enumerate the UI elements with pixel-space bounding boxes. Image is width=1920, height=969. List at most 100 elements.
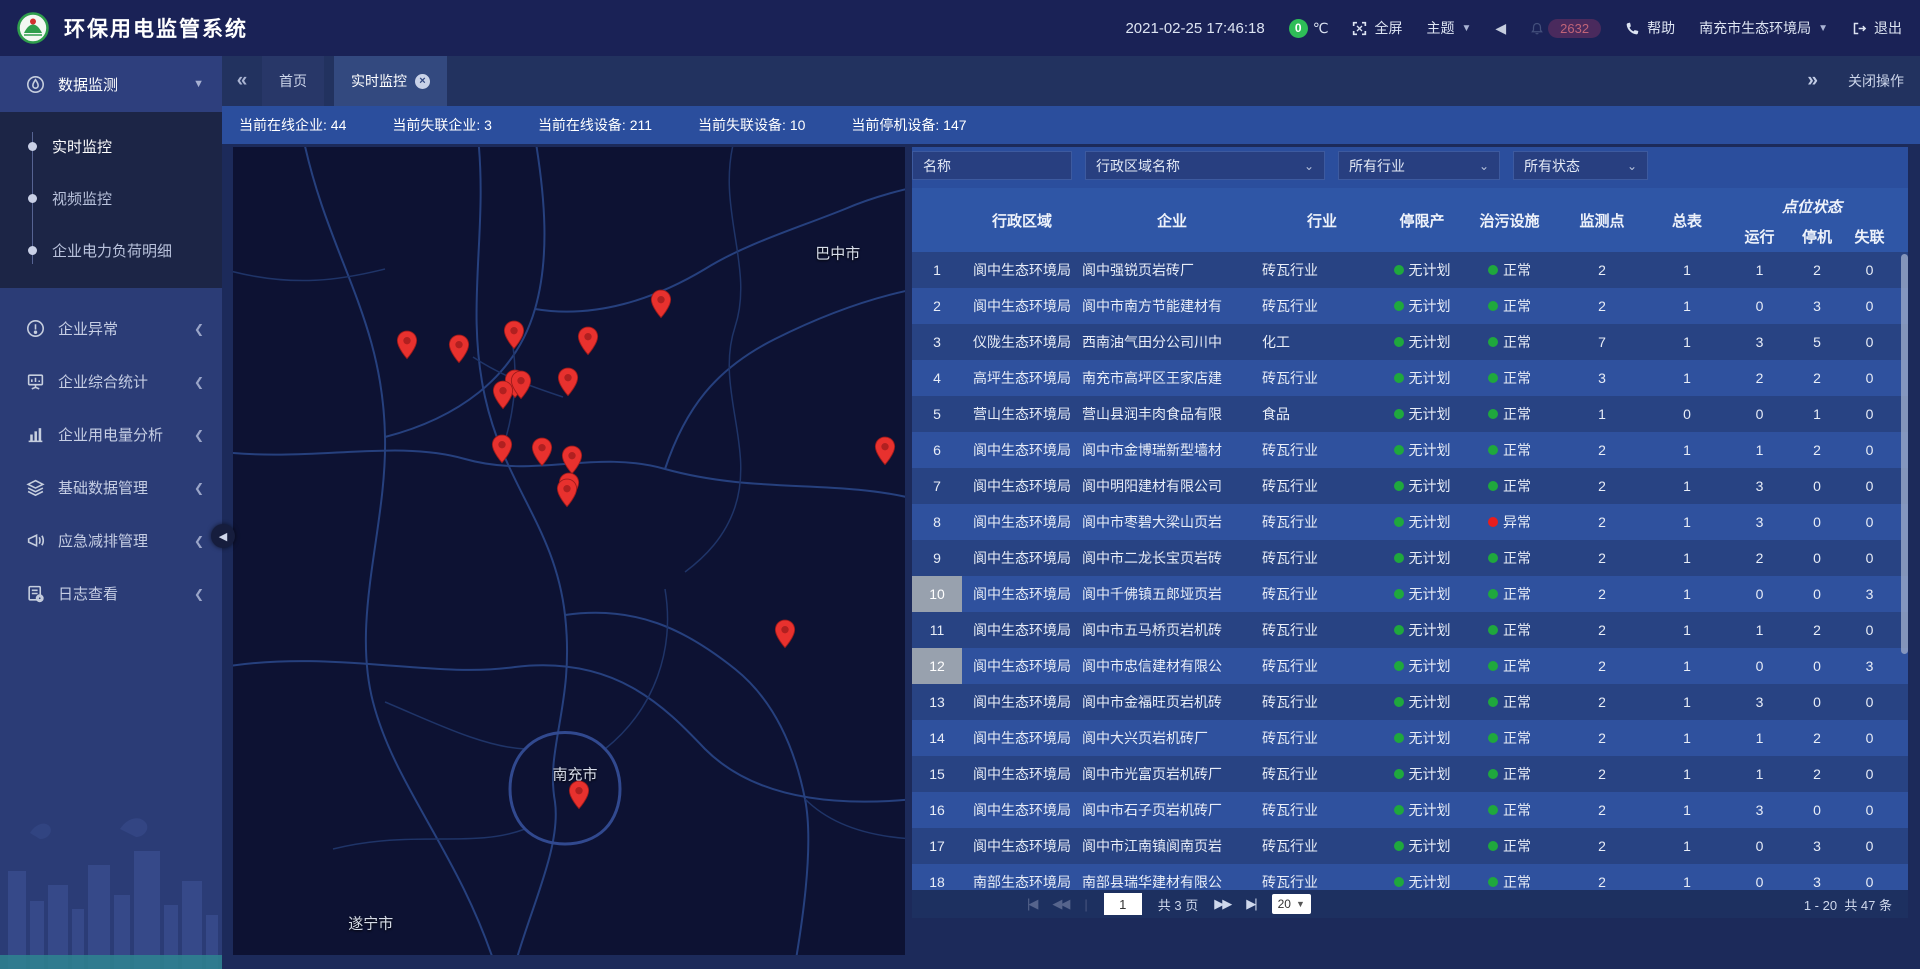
page-number-input[interactable]	[1104, 893, 1142, 915]
sidebar-item-base-data[interactable]: 基础数据管理 ❮	[0, 461, 222, 514]
row-index: 18	[912, 864, 962, 890]
map-pin[interactable]	[556, 478, 578, 508]
mute-icon[interactable]: ◀	[1495, 20, 1506, 37]
stop-production-status: 无计划	[1382, 512, 1462, 532]
chevron-down-icon: ⌄	[1627, 159, 1637, 173]
close-operations-button[interactable]: 关闭操作	[1848, 71, 1904, 91]
main-area: « 首页 实时监控 × » 关闭操作 当前在线企业: 44当前失联企业: 3当前…	[222, 56, 1920, 969]
sidebar-item-realtime-monitor[interactable]: 实时监控	[0, 120, 222, 172]
next-page-button[interactable]: ▶▶	[1214, 896, 1230, 912]
map-pin[interactable]	[774, 619, 796, 649]
table-row[interactable]: 17阆中生态环境局阆中市江南镇阆南页岩砖瓦行业无计划正常21030	[912, 828, 1908, 864]
map-pin[interactable]	[561, 444, 583, 474]
map-pin[interactable]	[568, 780, 590, 810]
sidebar-item-video-monitor[interactable]: 视频监控	[0, 172, 222, 224]
emblem-icon	[16, 11, 50, 45]
col-index	[912, 188, 962, 252]
sidebar-collapse-button[interactable]: ◀	[211, 524, 235, 548]
chevron-left-icon: ❮	[194, 481, 204, 495]
stats-bar: 当前在线企业: 44当前失联企业: 3当前在线设备: 211当前失联设备: 10…	[222, 106, 1920, 144]
table-row[interactable]: 16阆中生态环境局阆中市石子页岩机砖厂砖瓦行业无计划正常21300	[912, 792, 1908, 828]
col-region: 行政区域	[962, 188, 1082, 252]
board-icon	[26, 372, 45, 391]
table-row[interactable]: 5营山生态环境局营山县润丰肉食品有限食品无计划正常10010	[912, 396, 1908, 432]
status-filter-select[interactable]: 所有状态 ⌄	[1513, 151, 1648, 180]
header-datetime: 2021-02-25 17:46:18	[1125, 20, 1264, 37]
map-pin[interactable]	[448, 334, 470, 364]
map-pin[interactable]	[650, 288, 672, 318]
table-row[interactable]: 2阆中生态环境局阆中市南方节能建材有砖瓦行业无计划正常21030	[912, 288, 1908, 324]
first-page-button[interactable]: |◀	[1027, 896, 1036, 912]
close-icon[interactable]: ×	[415, 74, 430, 89]
help-button[interactable]: 帮助	[1625, 18, 1675, 38]
table-row[interactable]: 13阆中生态环境局阆中市金福旺页岩机砖砖瓦行业无计划正常21300	[912, 684, 1908, 720]
status-dot-icon	[1394, 769, 1404, 779]
stat-item: 当前在线设备: 211	[538, 115, 652, 135]
sidebar-item-enterprise-abnormal[interactable]: 企业异常 ❮	[0, 302, 222, 355]
map-pin[interactable]	[557, 367, 579, 397]
sidebar-item-enterprise-stats[interactable]: 企业综合统计 ❮	[0, 355, 222, 408]
status-dot-icon	[1394, 409, 1404, 419]
last-page-button[interactable]: ▶|	[1246, 896, 1255, 912]
table-row[interactable]: 11阆中生态环境局阆中市五马桥页岩机砖砖瓦行业无计划正常21120	[912, 612, 1908, 648]
notification-badge[interactable]: 2632	[1530, 19, 1601, 38]
sidebar-item-power-analysis[interactable]: 企业用电量分析 ❮	[0, 408, 222, 461]
map-pin[interactable]	[577, 326, 599, 356]
theme-dropdown[interactable]: 主题 ▼	[1426, 18, 1471, 38]
tabs-scroll-right-icon[interactable]: »	[1807, 70, 1818, 92]
stop-production-status: 无计划	[1382, 476, 1462, 496]
industry-filter-select[interactable]: 所有行业 ⌄	[1338, 151, 1500, 180]
map-city-label: 遂宁市	[348, 912, 393, 933]
chevron-left-icon: ❮	[194, 587, 204, 601]
table-row[interactable]: 9阆中生态环境局阆中市二龙长宝页岩砖砖瓦行业无计划正常21200	[912, 540, 1908, 576]
map-pin[interactable]	[503, 320, 525, 350]
tabs-scroll-left-icon[interactable]: «	[222, 56, 262, 106]
table-row[interactable]: 8阆中生态环境局阆中市枣碧大梁山页岩砖瓦行业无计划异常21300	[912, 504, 1908, 540]
logout-button[interactable]: 退出	[1852, 18, 1902, 38]
filter-bar: 行政区域名称 ⌄ 所有行业 ⌄ 所有状态 ⌄	[912, 147, 1908, 188]
prev-page-button[interactable]: ◀◀	[1052, 896, 1068, 912]
facility-status: 正常	[1462, 800, 1557, 820]
row-index: 6	[912, 432, 962, 468]
scrollbar-thumb[interactable]	[1901, 254, 1908, 654]
name-filter-input[interactable]	[912, 151, 1072, 180]
stop-production-status: 无计划	[1382, 332, 1462, 352]
col-stop-production: 停限产	[1382, 188, 1462, 252]
table-row[interactable]: 6阆中生态环境局阆中市金博瑞新型墙材砖瓦行业无计划正常21120	[912, 432, 1908, 468]
map-pin[interactable]	[396, 330, 418, 360]
page-size-select[interactable]: 20 ▼	[1272, 894, 1311, 914]
table-body: 1阆中生态环境局阆中强锐页岩砖厂砖瓦行业无计划正常211202阆中生态环境局阆中…	[912, 252, 1908, 890]
map-pin[interactable]	[531, 437, 553, 467]
sidebar-item-power-load-detail[interactable]: 企业电力负荷明细	[0, 224, 222, 276]
status-dot-icon	[1488, 265, 1498, 275]
table-row[interactable]: 3仪陇生态环境局西南油气田分公司川中化工无计划正常71350	[912, 324, 1908, 360]
map-pin[interactable]	[492, 380, 514, 410]
table-row[interactable]: 15阆中生态环境局阆中市光富页岩机砖厂砖瓦行业无计划正常21120	[912, 756, 1908, 792]
org-dropdown[interactable]: 南充市生态环境局 ▼	[1699, 18, 1828, 38]
table-row[interactable]: 12阆中生态环境局阆中市忠信建材有限公砖瓦行业无计划正常21003	[912, 648, 1908, 684]
map-panel[interactable]: 巴中市南充市遂宁市	[233, 147, 905, 955]
facility-status: 正常	[1462, 368, 1557, 388]
fullscreen-button[interactable]: 全屏	[1352, 18, 1402, 38]
table-row[interactable]: 4高坪生态环境局南充市高坪区王家店建砖瓦行业无计划正常31220	[912, 360, 1908, 396]
map-pin[interactable]	[874, 436, 896, 466]
sidebar-item-data-monitor[interactable]: 数据监测 ▼	[0, 56, 222, 112]
table-row[interactable]: 10阆中生态环境局阆中千佛镇五郎垭页岩砖瓦行业无计划正常21003	[912, 576, 1908, 612]
tab-home[interactable]: 首页	[262, 56, 324, 106]
table-row[interactable]: 14阆中生态环境局阆中大兴页岩机砖厂砖瓦行业无计划正常21120	[912, 720, 1908, 756]
sidebar-item-emergency-reduction[interactable]: 应急减排管理 ❮	[0, 514, 222, 567]
sidebar-item-log-view[interactable]: 日志查看 ❮	[0, 567, 222, 620]
status-dot-icon	[1394, 841, 1404, 851]
table-row[interactable]: 1阆中生态环境局阆中强锐页岩砖厂砖瓦行业无计划正常21120	[912, 252, 1908, 288]
status-dot-icon	[1488, 517, 1498, 527]
map-pin[interactable]	[491, 434, 513, 464]
row-index: 3	[912, 324, 962, 360]
table-row[interactable]: 7阆中生态环境局阆中明阳建材有限公司砖瓦行业无计划正常21300	[912, 468, 1908, 504]
status-dot-icon	[1488, 373, 1498, 383]
map-city-label: 巴中市	[815, 242, 860, 263]
table-row[interactable]: 18南部生态环境局南部县瑞华建材有限公砖瓦行业无计划正常21030	[912, 864, 1908, 890]
pagination-bar: |◀ ◀◀ | 共 3 页 ▶▶ ▶| 20 ▼ 1 - 20 共 47 条	[912, 890, 1908, 918]
chevron-left-icon: ❮	[194, 534, 204, 548]
tab-realtime-monitor[interactable]: 实时监控 ×	[334, 56, 447, 106]
region-filter-select[interactable]: 行政区域名称 ⌄	[1085, 151, 1325, 180]
